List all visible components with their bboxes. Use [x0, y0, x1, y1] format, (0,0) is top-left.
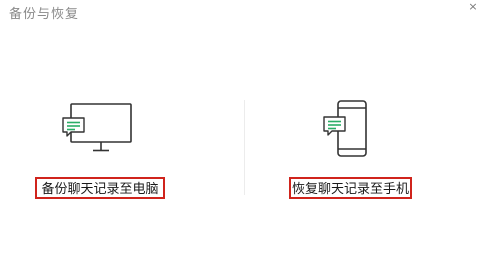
- restore-to-phone-label[interactable]: 恢复聊天记录至手机: [289, 177, 412, 199]
- backup-restore-window: 备份与恢复 × 备份聊天记录至电脑 恢复聊天记录至手机: [0, 0, 492, 261]
- phone-chat-icon: [323, 100, 367, 157]
- monitor-chat-icon: [62, 103, 132, 152]
- divider: [244, 100, 245, 195]
- close-icon[interactable]: ×: [466, 0, 480, 14]
- backup-to-pc-label[interactable]: 备份聊天记录至电脑: [35, 177, 165, 199]
- window-title: 备份与恢复: [9, 7, 80, 22]
